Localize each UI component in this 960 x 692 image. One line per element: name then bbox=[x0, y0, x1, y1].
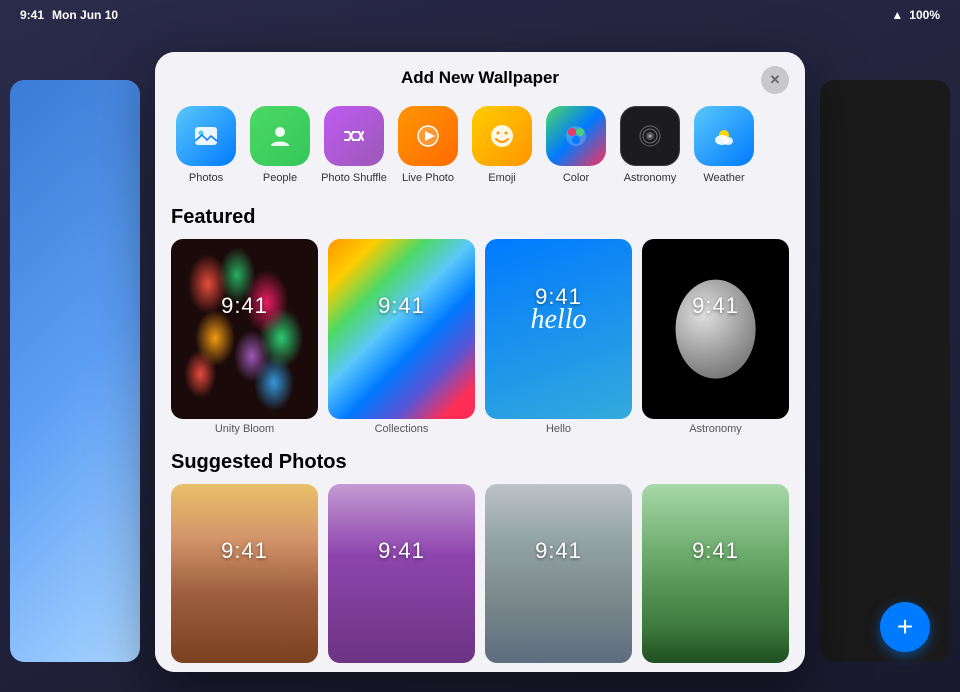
right-wallpaper-preview[interactable] bbox=[820, 80, 950, 662]
weather-label: Weather bbox=[703, 172, 744, 184]
sheep-bg: 9:41 bbox=[642, 484, 789, 664]
status-time: 9:41 bbox=[20, 8, 44, 22]
close-icon: ✕ bbox=[770, 72, 781, 88]
purple-thumb[interactable]: 9:41 bbox=[328, 484, 475, 664]
emoji-icon bbox=[472, 106, 532, 166]
cliffs-bg: 9:41 bbox=[485, 484, 632, 664]
purple-bg: 9:41 bbox=[328, 484, 475, 664]
desert-time: 9:41 bbox=[221, 538, 268, 564]
collections-label: Collections bbox=[328, 423, 475, 435]
shuffle-label: Photo Shuffle bbox=[321, 172, 387, 184]
featured-section: Featured 9:41 Unity Bloom bbox=[171, 206, 789, 435]
hello-text: hello bbox=[531, 304, 587, 336]
category-people[interactable]: People bbox=[245, 106, 315, 184]
suggested-section: Suggested Photos 9:41 9:41 bbox=[171, 451, 789, 664]
status-bar: 9:41 Mon Jun 10 ▲ 100% bbox=[0, 8, 960, 22]
category-shuffle[interactable]: Photo Shuffle bbox=[319, 106, 389, 184]
desert-bg: 9:41 bbox=[171, 484, 318, 664]
hello-wrapper: 9:41 hello Hello bbox=[485, 239, 632, 435]
hello-bg: 9:41 hello bbox=[485, 239, 632, 419]
featured-title: Featured bbox=[171, 206, 789, 229]
sheep-time: 9:41 bbox=[692, 538, 739, 564]
astronomy-bg: 9:41 bbox=[642, 239, 789, 419]
battery-status: 100% bbox=[909, 8, 940, 22]
astronomy-wrapper: 9:41 Astronomy bbox=[642, 239, 789, 435]
unity-bloom-bg: 9:41 bbox=[171, 239, 318, 419]
status-date: Mon Jun 10 bbox=[52, 8, 118, 22]
astronomy-time: 9:41 bbox=[692, 293, 739, 319]
hello-label: Hello bbox=[485, 423, 632, 435]
left-wallpaper-preview[interactable] bbox=[10, 80, 140, 662]
unity-label: Unity Bloom bbox=[171, 423, 318, 435]
ipad-background: 9:41 Mon Jun 10 ▲ 100% + Add New Wallpap… bbox=[0, 0, 960, 692]
photos-icon bbox=[176, 106, 236, 166]
astronomy-feat-label: Astronomy bbox=[642, 423, 789, 435]
collections-wrapper: 9:41 Collections bbox=[328, 239, 475, 435]
color-icon bbox=[546, 106, 606, 166]
collections-bg: 9:41 bbox=[328, 239, 475, 419]
status-bar-right: ▲ 100% bbox=[891, 8, 940, 22]
modal-title: Add New Wallpaper bbox=[401, 68, 559, 88]
modal-header: Add New Wallpaper ✕ bbox=[155, 52, 805, 98]
sheep-thumb[interactable]: 9:41 bbox=[642, 484, 789, 664]
close-button[interactable]: ✕ bbox=[761, 66, 789, 94]
desert-wrapper: 9:41 bbox=[171, 484, 318, 664]
unity-bloom-wrapper: 9:41 Unity Bloom bbox=[171, 239, 318, 435]
category-photos[interactable]: Photos bbox=[171, 106, 241, 184]
collections-thumb[interactable]: 9:41 bbox=[328, 239, 475, 419]
sheep-wrapper: 9:41 bbox=[642, 484, 789, 664]
desert-thumb[interactable]: 9:41 bbox=[171, 484, 318, 664]
category-emoji[interactable]: Emoji bbox=[467, 106, 537, 184]
category-weather[interactable]: Weather bbox=[689, 106, 759, 184]
featured-grid: 9:41 Unity Bloom 9:41 Collections bbox=[171, 239, 789, 435]
people-icon bbox=[250, 106, 310, 166]
photos-label: Photos bbox=[189, 172, 223, 184]
add-wallpaper-modal: Add New Wallpaper ✕ Photos bbox=[155, 52, 805, 672]
astronomy-label: Astronomy bbox=[624, 172, 677, 184]
cliffs-time: 9:41 bbox=[535, 538, 582, 564]
live-label: Live Photo bbox=[402, 172, 454, 184]
category-astronomy[interactable]: Astronomy bbox=[615, 106, 685, 184]
category-color[interactable]: Color bbox=[541, 106, 611, 184]
shuffle-icon bbox=[324, 106, 384, 166]
weather-icon bbox=[694, 106, 754, 166]
collections-time: 9:41 bbox=[378, 293, 425, 319]
astronomy-thumb[interactable]: 9:41 bbox=[642, 239, 789, 419]
unity-time: 9:41 bbox=[221, 293, 268, 319]
categories-row: Photos People Photo Sh bbox=[155, 98, 805, 196]
astronomy-icon bbox=[620, 106, 680, 166]
cliffs-wrapper: 9:41 bbox=[485, 484, 632, 664]
wifi-icon: ▲ bbox=[891, 8, 903, 22]
add-wallpaper-button[interactable]: + bbox=[880, 602, 930, 652]
suggested-title: Suggested Photos bbox=[171, 451, 789, 474]
suggested-grid: 9:41 9:41 bbox=[171, 484, 789, 664]
color-label: Color bbox=[563, 172, 589, 184]
hello-thumb[interactable]: 9:41 hello bbox=[485, 239, 632, 419]
category-live[interactable]: Live Photo bbox=[393, 106, 463, 184]
cliffs-thumb[interactable]: 9:41 bbox=[485, 484, 632, 664]
unity-bloom-thumb[interactable]: 9:41 bbox=[171, 239, 318, 419]
status-bar-left: 9:41 Mon Jun 10 bbox=[20, 8, 118, 22]
live-icon bbox=[398, 106, 458, 166]
modal-content: Featured 9:41 Unity Bloom bbox=[155, 196, 805, 672]
purple-wrapper: 9:41 bbox=[328, 484, 475, 664]
emoji-label: Emoji bbox=[488, 172, 516, 184]
people-label: People bbox=[263, 172, 297, 184]
purple-time: 9:41 bbox=[378, 538, 425, 564]
